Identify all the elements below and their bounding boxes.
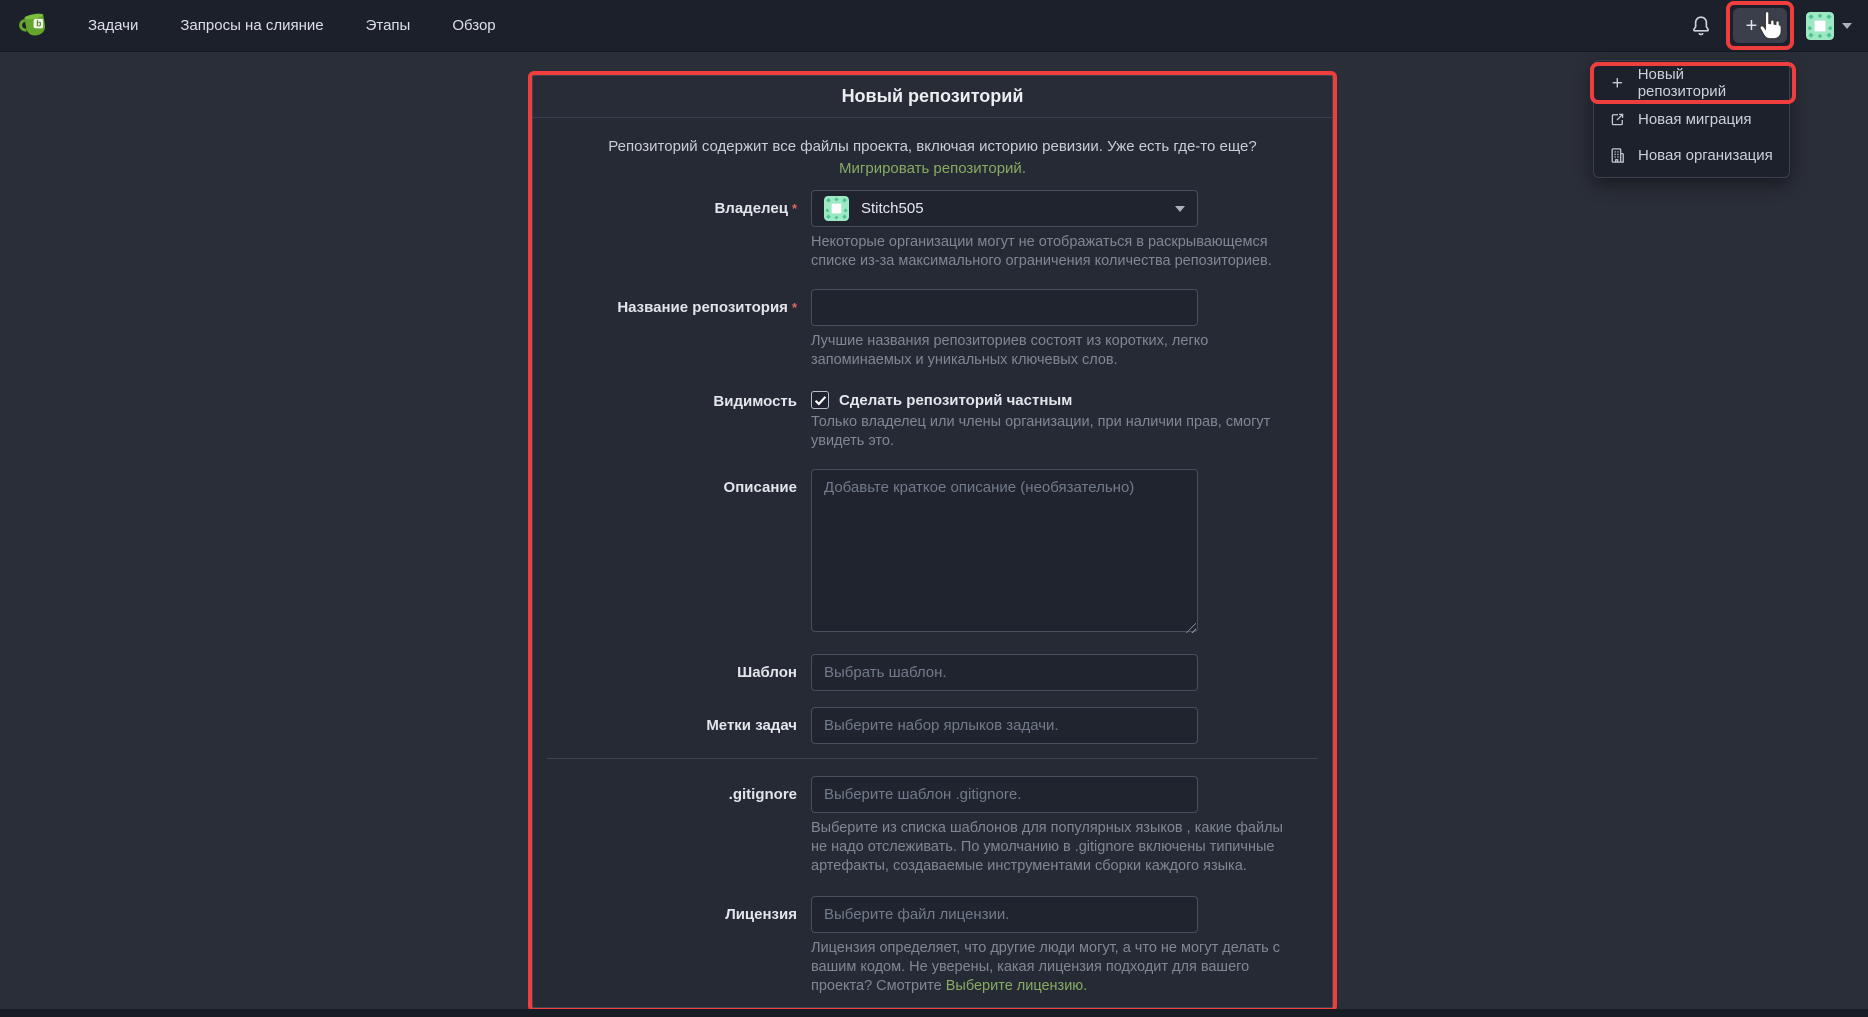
repo-name-input[interactable] — [811, 289, 1198, 326]
repo-name-help-text: Лучшие названия репозиториев состоят из … — [811, 332, 1299, 370]
visibility-help-text: Только владелец или члены организации, п… — [811, 413, 1299, 451]
intro-text: Репозиторий содержит все файлы проекта, … — [608, 138, 1256, 155]
form-body: Репозиторий содержит все файлы проекта, … — [533, 118, 1332, 996]
template-placeholder: Выбрать шаблон. — [824, 664, 947, 681]
form-row-owner: Владелец — [533, 190, 1332, 271]
form-row-issue-labels: Метки задач Выберите набор ярлыков задач… — [533, 707, 1332, 744]
choose-license-link[interactable]: Выберите лицензию. — [946, 978, 1087, 994]
menu-item-label: Новая миграция — [1638, 111, 1752, 128]
navbar-right-group: + — [1690, 1, 1852, 50]
chevron-down-icon — [1175, 206, 1185, 212]
top-navbar: b Задачи Запросы на слияние Этапы Обзор … — [0, 0, 1868, 52]
notifications-bell-icon[interactable] — [1690, 15, 1712, 37]
create-new-dropdown-menu: + Новый репозиторий Новая миграция Новая… — [1593, 60, 1790, 178]
plus-icon: + — [1609, 74, 1626, 93]
owner-label: Владелец — [533, 190, 811, 271]
form-row-description: Описание — [533, 469, 1332, 637]
page-title: Новый репозиторий — [842, 86, 1024, 107]
template-select[interactable]: Выбрать шаблон. — [811, 654, 1198, 691]
template-label: Шаблон — [533, 654, 811, 691]
svg-text:b: b — [36, 18, 42, 28]
description-label: Описание — [533, 469, 811, 637]
form-row-license: Лицензия Выберите файл лицензии. Лицензи… — [533, 896, 1332, 996]
gitignore-placeholder: Выберите шаблон .gitignore. — [824, 786, 1021, 803]
nav-link-explore[interactable]: Обзор — [452, 17, 495, 34]
form-row-repo-name: Название репозитория Лучшие названия реп… — [533, 289, 1332, 370]
owner-value: Stitch505 — [861, 200, 924, 217]
nav-link-milestones[interactable]: Этапы — [366, 17, 411, 34]
user-avatar — [1806, 12, 1834, 40]
menu-item-new-repository[interactable]: + Новый репозиторий — [1594, 65, 1789, 101]
menu-item-label: Новый репозиторий — [1638, 66, 1774, 100]
gitignore-select[interactable]: Выберите шаблон .gitignore. — [811, 776, 1198, 813]
form-row-template: Шаблон Выбрать шаблон. — [533, 654, 1332, 691]
migrate-icon — [1609, 111, 1626, 128]
license-help-text: Лицензия определяет, что другие люди мог… — [811, 939, 1299, 996]
chevron-down-icon — [1842, 23, 1852, 29]
nav-link-pull-requests[interactable]: Запросы на слияние — [180, 17, 323, 34]
section-divider — [547, 758, 1318, 759]
organization-icon — [1609, 147, 1626, 164]
page-bottom-strip — [0, 1009, 1868, 1017]
private-checkbox-label[interactable]: Сделать репозиторий частным — [839, 392, 1072, 409]
owner-avatar — [824, 196, 849, 221]
menu-item-new-organization[interactable]: Новая организация — [1594, 137, 1789, 173]
owner-help-text: Некоторые организации могут не отображат… — [811, 233, 1299, 271]
visibility-label: Видимость — [533, 390, 811, 451]
form-row-visibility: Видимость Сделать репозиторий частным То… — [533, 390, 1332, 451]
click-annotation-plus-button: + — [1726, 1, 1794, 50]
checkmark-icon — [814, 394, 827, 407]
license-placeholder: Выберите файл лицензии. — [824, 906, 1009, 923]
menu-item-label: Новая организация — [1638, 147, 1773, 164]
mouse-hand-cursor — [1756, 8, 1786, 42]
private-checkbox[interactable] — [811, 391, 829, 409]
license-label: Лицензия — [533, 896, 811, 996]
repo-name-label: Название репозитория — [533, 289, 811, 370]
form-row-gitignore: .gitignore Выберите шаблон .gitignore. В… — [533, 776, 1332, 876]
user-menu-trigger[interactable] — [1806, 12, 1852, 40]
license-select[interactable]: Выберите файл лицензии. — [811, 896, 1198, 933]
gitea-logo-icon[interactable]: b — [18, 10, 52, 42]
owner-select[interactable]: Stitch505 — [811, 190, 1198, 227]
issue-labels-placeholder: Выберите набор ярлыков задачи. — [824, 717, 1059, 734]
menu-item-new-migration[interactable]: Новая миграция — [1594, 101, 1789, 137]
nav-link-issues[interactable]: Задачи — [88, 17, 138, 34]
issue-labels-select[interactable]: Выберите набор ярлыков задачи. — [811, 707, 1198, 744]
description-textarea[interactable] — [811, 469, 1198, 632]
gitignore-help-text: Выберите из списка шаблонов для популярн… — [811, 819, 1299, 876]
form-intro-text: Репозиторий содержит все файлы проекта, … — [580, 136, 1285, 180]
new-repository-form: Новый репозиторий Репозиторий содержит в… — [532, 75, 1333, 1008]
issue-labels-label: Метки задач — [533, 707, 811, 744]
main-navigation: Задачи Запросы на слияние Этапы Обзор — [88, 17, 496, 34]
gitignore-label: .gitignore — [533, 776, 811, 876]
migrate-repository-link[interactable]: Мигрировать репозиторий. — [839, 160, 1026, 177]
form-header: Новый репозиторий — [533, 76, 1332, 118]
